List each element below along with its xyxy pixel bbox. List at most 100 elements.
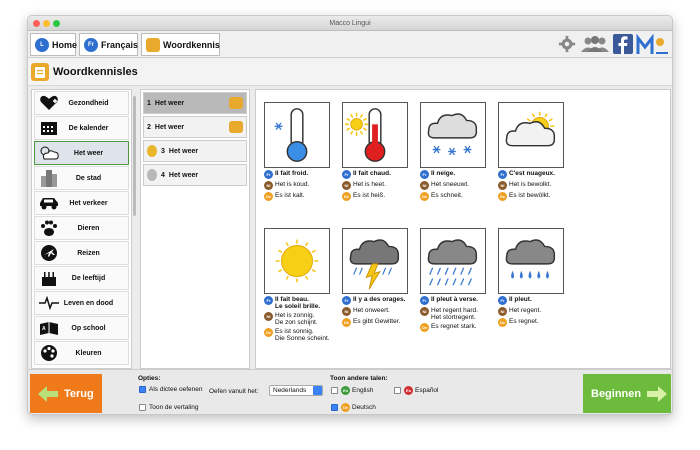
german-text: Es ist bewölkt. [509, 192, 551, 199]
lesson-item-3[interactable]: 3 Het weer [143, 140, 247, 162]
rain-cloud-icon [498, 228, 564, 294]
page-title: Woordkennisles [53, 65, 138, 78]
category-label: Dieren [77, 224, 100, 232]
english-checkbox[interactable] [331, 387, 338, 394]
lesson-item-1[interactable]: 1 Het weer [143, 92, 247, 114]
woordkennis-button[interactable]: Woordkennis [141, 33, 220, 56]
palette-icon [35, 344, 63, 362]
category-item-de-kalender[interactable]: De kalender [34, 116, 129, 140]
word-card[interactable]: Fr Il fait beau. Le soleil brille. Nl Het i… [264, 228, 344, 342]
vertaling-label: Toon de vertaling [149, 404, 199, 412]
german-flag-icon: De [264, 192, 273, 201]
german-flag-icon: De [341, 403, 350, 412]
category-item-reizen[interactable]: Reizen [34, 241, 129, 265]
category-label: Het verkeer [69, 199, 108, 207]
word-card[interactable]: Fr Il fait froid. Nl Het is koud. De Es ist k… [264, 102, 344, 201]
top-nav: L Home Fr Français Woordkennis [28, 31, 672, 58]
german-flag-icon: De [420, 192, 429, 201]
french-row: Fr Il pleut. [498, 296, 578, 305]
spanish-flag-icon: Es [404, 386, 413, 395]
category-item-dieren[interactable]: Dieren [34, 216, 129, 240]
french-text: Il fait froid. [275, 170, 309, 177]
german-text: Es ist kalt. [275, 192, 305, 199]
macco-logo-icon[interactable] [636, 34, 670, 56]
lesson-book-icon [31, 62, 49, 81]
zoom-window-button[interactable] [53, 20, 60, 27]
word-card[interactable]: Fr Il pleut à verse. Nl Het regent hard. He… [420, 228, 500, 332]
back-button[interactable]: Terug [30, 374, 102, 413]
lesson-item-2[interactable]: 2 Het weer [143, 116, 247, 138]
french-row: Fr Il fait beau. Le soleil brille. [264, 296, 344, 310]
word-card[interactable]: Fr Il y a des orages. Nl Het onweert. De Es g… [342, 228, 422, 327]
lesson-label: Het weer [154, 123, 185, 131]
english-option[interactable]: En English [331, 386, 373, 395]
dictee-checkbox[interactable] [139, 386, 146, 393]
category-label: Het weer [73, 149, 104, 157]
gear-icon[interactable] [557, 35, 577, 53]
category-list[interactable]: Gezondheid De kalender Het weer De stad Het … [31, 89, 132, 369]
silver-medal-icon [147, 169, 157, 181]
dutch-flag-icon: Nl [420, 181, 429, 190]
category-item-op-school[interactable]: A Op school [34, 316, 129, 340]
dutch-flag-icon: Nl [420, 307, 429, 316]
sun-cloud-icon [498, 102, 564, 168]
german-text: Es schneit. [431, 192, 463, 199]
lesson-label: Het weer [168, 171, 199, 179]
word-card[interactable]: Fr C'est nuageux. Nl Het is bewolkt. De Es is… [498, 102, 578, 201]
category-item-het-weer[interactable]: Het weer [34, 141, 129, 165]
french-row: Fr C'est nuageux. [498, 170, 578, 179]
window-title: Macco Lingui [329, 20, 371, 27]
dictee-option[interactable]: Als dictee oefenen [139, 386, 202, 393]
start-button[interactable]: Beginnen [583, 374, 671, 413]
espanol-checkbox[interactable] [394, 387, 401, 394]
users-icon[interactable] [581, 36, 609, 52]
french-flag-icon: Fr [498, 296, 507, 305]
espanol-option[interactable]: Es Español [394, 386, 439, 395]
category-item-kleuren[interactable]: Kleuren [34, 341, 129, 365]
dutch-text: Het regent. [509, 307, 542, 314]
word-card[interactable]: Fr Il fait chaud. Nl Het is heet. De Es ist h… [342, 102, 422, 201]
category-label: Leven en dood [63, 299, 114, 307]
snow-cloud-icon [420, 102, 486, 168]
francais-button[interactable]: Fr Français [79, 33, 138, 56]
vertaling-option[interactable]: Toon de vertaling [139, 404, 199, 411]
word-card[interactable]: Fr Il neige. Nl Het sneeuwt. De Es schneit. [420, 102, 500, 201]
oefen-label: Oefen vanuit het: [209, 388, 259, 395]
vertaling-checkbox[interactable] [139, 404, 146, 411]
dutch-row: Nl Het regent. [498, 307, 578, 316]
page-header: Woordkennisles [28, 58, 672, 86]
category-item-gezondheid[interactable]: Gezondheid [34, 91, 129, 115]
word-card[interactable]: Fr Il pleut. Nl Het regent. De Es regnet. [498, 228, 578, 327]
calendar-icon [35, 120, 63, 136]
category-label: Reizen [77, 249, 100, 257]
french-row: Fr Il neige. [420, 170, 500, 179]
category-item-leven-en-dood[interactable]: Leven en dood [34, 291, 129, 315]
gold-medal-icon [147, 145, 157, 157]
start-label: Beginnen [591, 387, 642, 400]
home-label: Home [52, 39, 78, 50]
french-flag-icon: Fr [264, 296, 273, 305]
deutsch-option[interactable]: De Deutsch [331, 403, 376, 412]
lesson-item-4[interactable]: 4 Het weer [143, 164, 247, 186]
facebook-icon[interactable] [613, 34, 633, 54]
dutch-flag-icon: Nl [264, 181, 273, 190]
category-item-de-leeftijd[interactable]: De leeftijd [34, 266, 129, 290]
chevron-updown-icon [313, 386, 322, 395]
close-window-button[interactable] [33, 20, 40, 27]
english-label: English [352, 387, 374, 394]
french-flag-icon: Fr [420, 170, 429, 179]
category-label: Kleuren [75, 349, 102, 357]
car-icon [35, 196, 63, 210]
minimize-window-button[interactable] [43, 20, 50, 27]
french-text: Il neige. [431, 170, 456, 177]
deutsch-checkbox[interactable] [331, 404, 338, 411]
lesson-num: 3 [161, 147, 165, 155]
oefen-select[interactable]: Nederlands [269, 385, 323, 396]
french-row: Fr Il y a des orages. [342, 296, 422, 305]
category-item-de-stad[interactable]: De stad [34, 166, 129, 190]
french-row: Fr Il pleut à verse. [420, 296, 500, 305]
lesson-list[interactable]: 1 Het weer 2 Het weer 3 Het weer 4 Het weer [140, 89, 250, 369]
category-item-het-verkeer[interactable]: Het verkeer [34, 191, 129, 215]
category-scrollbar[interactable] [133, 96, 136, 216]
home-button[interactable]: L Home [30, 33, 78, 56]
